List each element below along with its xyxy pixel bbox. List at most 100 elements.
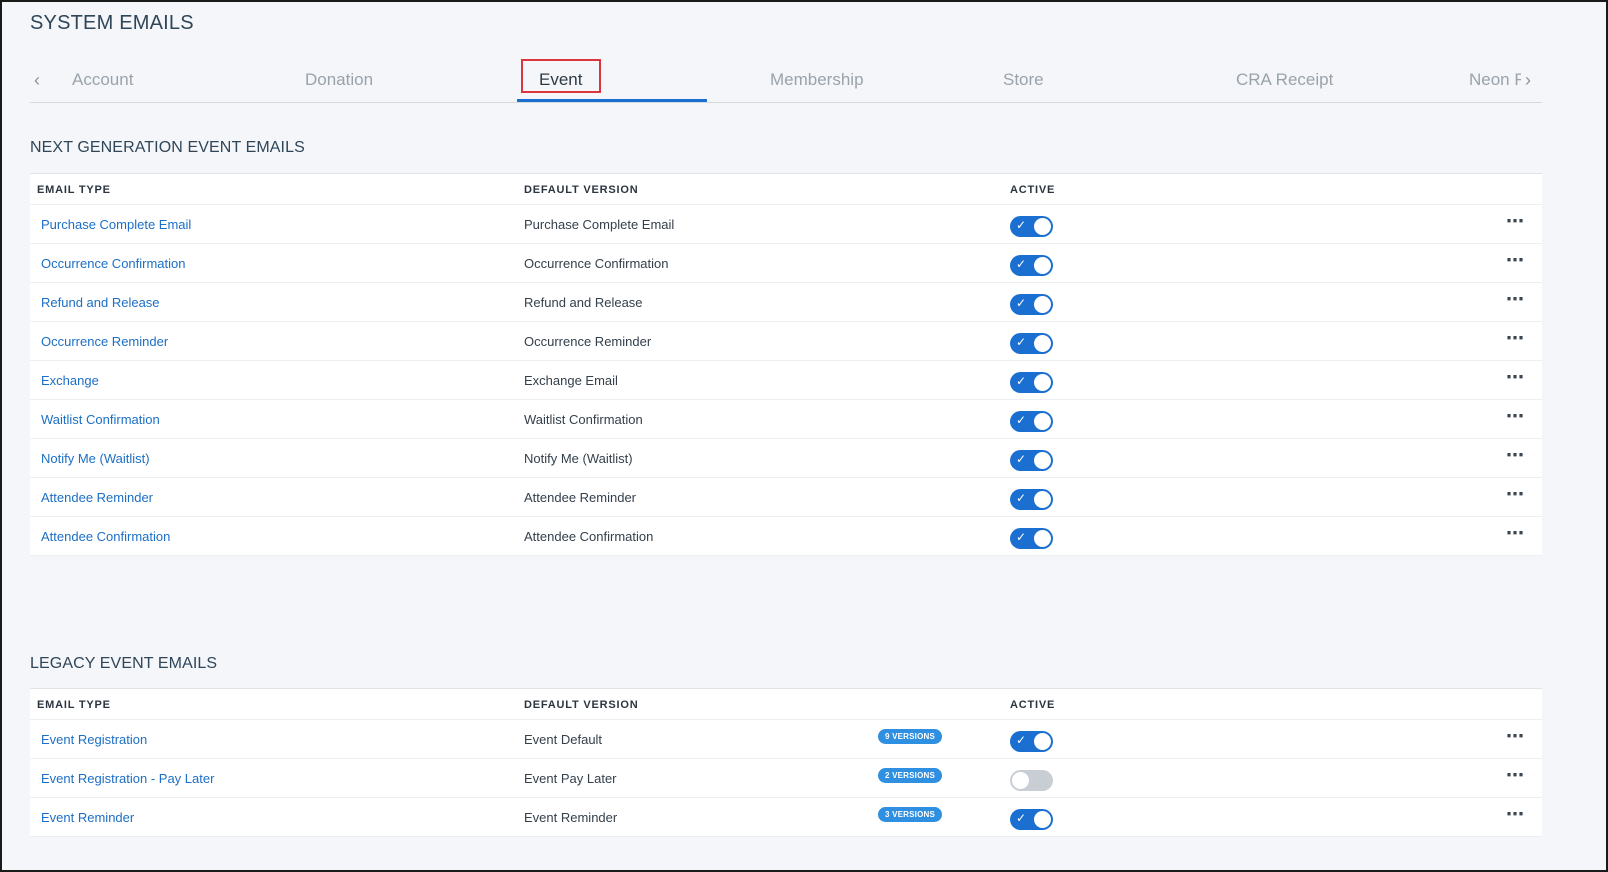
table-row: Waitlist Confirmation Waitlist Confirmati…: [30, 400, 1542, 439]
email-type-link[interactable]: Notify Me (Waitlist): [41, 451, 150, 466]
chevron-right-icon[interactable]: ›: [1525, 70, 1531, 91]
check-icon: ✓: [1016, 335, 1027, 349]
email-type-link[interactable]: Event Registration - Pay Later: [41, 771, 214, 786]
table-row: Attendee Confirmation Attendee Confirmati…: [30, 517, 1542, 556]
check-icon: ✓: [1016, 491, 1027, 505]
active-toggle[interactable]: ✓: [1010, 731, 1053, 752]
check-icon: ✓: [1016, 811, 1027, 825]
more-horizontal-icon[interactable]: ⋯: [1506, 289, 1525, 310]
header-email-type: EMAIL TYPE: [37, 184, 111, 196]
check-icon: ✓: [1016, 530, 1027, 544]
email-type-link[interactable]: Occurrence Reminder: [41, 334, 168, 349]
check-icon: ✓: [1016, 257, 1027, 271]
more-horizontal-icon[interactable]: ⋯: [1506, 804, 1525, 825]
email-type-link[interactable]: Attendee Reminder: [41, 490, 153, 505]
header-default-version: DEFAULT VERSION: [524, 184, 639, 196]
table-row: Attendee Reminder Attendee Reminder ✓ ⋯: [30, 478, 1542, 517]
more-horizontal-icon[interactable]: ⋯: [1506, 445, 1525, 466]
active-toggle[interactable]: ✓: [1010, 489, 1053, 510]
active-toggle[interactable]: ✓: [1010, 372, 1053, 393]
more-horizontal-icon[interactable]: ⋯: [1506, 765, 1525, 786]
default-version-text: Refund and Release: [524, 295, 643, 310]
tab-membership[interactable]: Membership: [770, 70, 864, 90]
email-type-link[interactable]: Exchange: [41, 373, 99, 388]
table-row: Notify Me (Waitlist) Notify Me (Waitlist)…: [30, 439, 1542, 478]
toggle-knob: [1034, 413, 1051, 430]
active-toggle[interactable]: ✓: [1010, 528, 1053, 549]
email-type-link[interactable]: Refund and Release: [41, 295, 160, 310]
more-horizontal-icon[interactable]: ⋯: [1506, 250, 1525, 271]
toggle-knob: [1034, 452, 1051, 469]
toggle-knob: [1034, 335, 1051, 352]
chevron-left-icon[interactable]: ‹: [34, 70, 40, 91]
check-icon: ✓: [1016, 296, 1027, 310]
email-type-link[interactable]: Attendee Confirmation: [41, 529, 170, 544]
header-email-type: EMAIL TYPE: [37, 699, 111, 711]
default-version-text: Occurrence Confirmation: [524, 256, 669, 271]
more-horizontal-icon[interactable]: ⋯: [1506, 726, 1525, 747]
check-icon: ✓: [1016, 413, 1027, 427]
active-toggle[interactable]: ✓: [1010, 450, 1053, 471]
toggle-knob: [1034, 296, 1051, 313]
active-toggle[interactable]: ✓: [1010, 809, 1053, 830]
tab-store[interactable]: Store: [1003, 70, 1044, 90]
email-type-link[interactable]: Occurrence Confirmation: [41, 256, 186, 271]
tab-donation[interactable]: Donation: [305, 70, 373, 90]
default-version-text: Attendee Confirmation: [524, 529, 654, 544]
email-type-link[interactable]: Event Reminder: [41, 810, 134, 825]
more-horizontal-icon[interactable]: ⋯: [1506, 367, 1525, 388]
header-active: ACTIVE: [1010, 699, 1056, 711]
check-icon: ✓: [1016, 218, 1027, 232]
page-title: SYSTEM EMAILS: [30, 12, 194, 34]
header-default-version: DEFAULT VERSION: [524, 699, 639, 711]
active-tab-highlight: [521, 59, 601, 93]
versions-badge[interactable]: 3 VERSIONS: [878, 807, 943, 822]
next-gen-section-title: NEXT GENERATION EVENT EMAILS: [30, 139, 305, 156]
more-horizontal-icon[interactable]: ⋯: [1506, 406, 1525, 427]
app-window: SYSTEM EMAILS ‹ Account Donation Event M…: [0, 0, 1608, 872]
table-row: Event Registration Event Default 9 VERSION…: [30, 720, 1542, 759]
toggle-knob: [1034, 491, 1051, 508]
more-horizontal-icon[interactable]: ⋯: [1506, 484, 1525, 505]
toggle-knob: [1012, 772, 1029, 789]
table-row: Refund and Release Refund and Release ✓ ⋯: [30, 283, 1542, 322]
table-row: Event Reminder Event Reminder 3 VERSIONS ✓ ⋯: [30, 798, 1542, 837]
table-row: Exchange Exchange Email ✓ ⋯: [30, 361, 1542, 400]
default-version-text: Purchase Complete Email: [524, 217, 675, 232]
more-horizontal-icon[interactable]: ⋯: [1506, 211, 1525, 232]
tab-neon[interactable]: Neon F: [1469, 70, 1521, 90]
active-toggle[interactable]: ✓: [1010, 255, 1053, 276]
active-toggle[interactable]: ✓: [1010, 333, 1053, 354]
header-active: ACTIVE: [1010, 184, 1056, 196]
active-toggle[interactable]: ✓: [1010, 294, 1053, 315]
versions-badge[interactable]: 9 VERSIONS: [878, 729, 943, 744]
more-horizontal-icon[interactable]: ⋯: [1506, 523, 1525, 544]
table-row: Occurrence Confirmation Occurrence Confir…: [30, 244, 1542, 283]
email-type-link[interactable]: Event Registration: [41, 732, 147, 747]
toggle-knob: [1034, 530, 1051, 547]
check-icon: ✓: [1016, 452, 1027, 466]
legacy-section-title: LEGACY EVENT EMAILS: [30, 655, 218, 672]
versions-badge[interactable]: 2 VERSIONS: [878, 768, 943, 783]
tab-bar: ‹ Account Donation Event Membership Stor…: [30, 60, 1542, 103]
toggle-knob: [1034, 733, 1051, 750]
default-version-text: Exchange Email: [524, 373, 618, 388]
active-toggle[interactable]: ✓: [1010, 216, 1053, 237]
active-toggle[interactable]: ✓: [1010, 411, 1053, 432]
email-type-link[interactable]: Waitlist Confirmation: [41, 412, 160, 427]
default-version-text: Waitlist Confirmation: [524, 412, 643, 427]
toggle-knob: [1034, 374, 1051, 391]
tab-account[interactable]: Account: [72, 70, 133, 90]
default-version-text: Attendee Reminder: [524, 490, 637, 505]
table-row: Purchase Complete Email Purchase Complete…: [30, 205, 1542, 244]
table-row: Occurrence Reminder Occurrence Reminder ✓ ⋯: [30, 322, 1542, 361]
default-version-text: Event Default: [524, 732, 603, 747]
tab-cra-receipt[interactable]: CRA Receipt: [1236, 70, 1333, 90]
check-icon: ✓: [1016, 374, 1027, 388]
toggle-knob: [1034, 257, 1051, 274]
email-type-link[interactable]: Purchase Complete Email: [41, 217, 191, 232]
table-header: EMAIL TYPE DEFAULT VERSION ACTIVE: [30, 689, 1542, 720]
more-horizontal-icon[interactable]: ⋯: [1506, 328, 1525, 349]
active-toggle[interactable]: [1010, 770, 1053, 791]
default-version-text: Occurrence Reminder: [524, 334, 652, 349]
